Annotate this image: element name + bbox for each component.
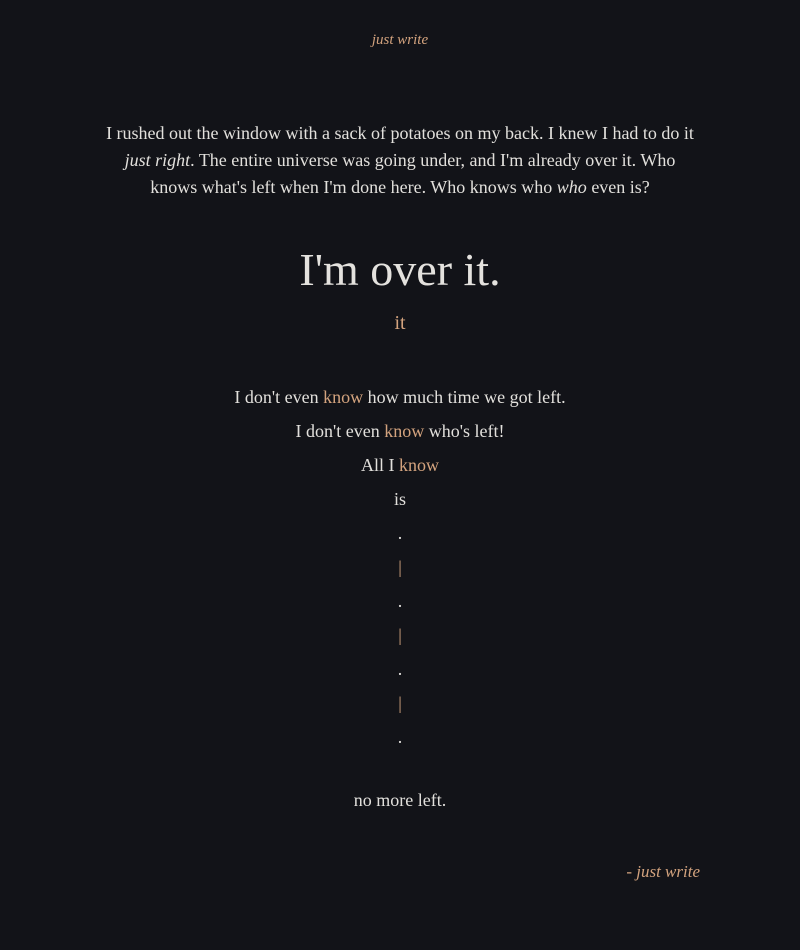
poem-title: I'm over it. — [299, 244, 501, 295]
intro-paragraph: I rushed out the window with a sack of p… — [100, 120, 700, 201]
line-2-know: know — [384, 421, 425, 441]
poem-stanza: I don't even know how much time we got l… — [0, 380, 800, 754]
stanza-line-3: All I know — [0, 448, 800, 482]
stanza-dot-2: . — [397, 591, 403, 611]
intro-emphasis-just-right: just right — [124, 150, 191, 170]
line-1-pre: I don't even — [234, 387, 324, 407]
site-title: just write — [371, 32, 429, 48]
signature: - just write — [626, 862, 700, 881]
intro-emphasis-who: who — [556, 177, 587, 197]
stanza-bar-2: | — [398, 625, 402, 645]
stanza-bar-3: | — [398, 693, 402, 713]
line-1-know: know — [323, 387, 364, 407]
line-2-pre: I don't even — [295, 421, 385, 441]
stanza-bar-1: | — [398, 557, 402, 577]
stanza-line-1: I don't even know how much time we got l… — [0, 380, 800, 414]
line-3-know: know — [399, 455, 439, 475]
stanza-line-4: is — [393, 489, 406, 509]
line-2-post: who's left! — [424, 421, 505, 441]
poem-ending: no more left. — [353, 790, 447, 810]
line-1-post: how much time we got left. — [363, 387, 566, 407]
stanza-dot-1: . — [397, 523, 403, 543]
stanza-line-2: I don't even know who's left! — [0, 414, 800, 448]
stanza-dot-4: . — [397, 727, 403, 747]
line-3-pre: All I — [361, 455, 399, 475]
intro-text-part3: even is? — [586, 177, 650, 197]
intro-text-part1: I rushed out the window with a sack of p… — [106, 123, 694, 143]
stanza-dot-3: . — [397, 659, 403, 679]
poem-subtitle: it — [394, 312, 406, 334]
